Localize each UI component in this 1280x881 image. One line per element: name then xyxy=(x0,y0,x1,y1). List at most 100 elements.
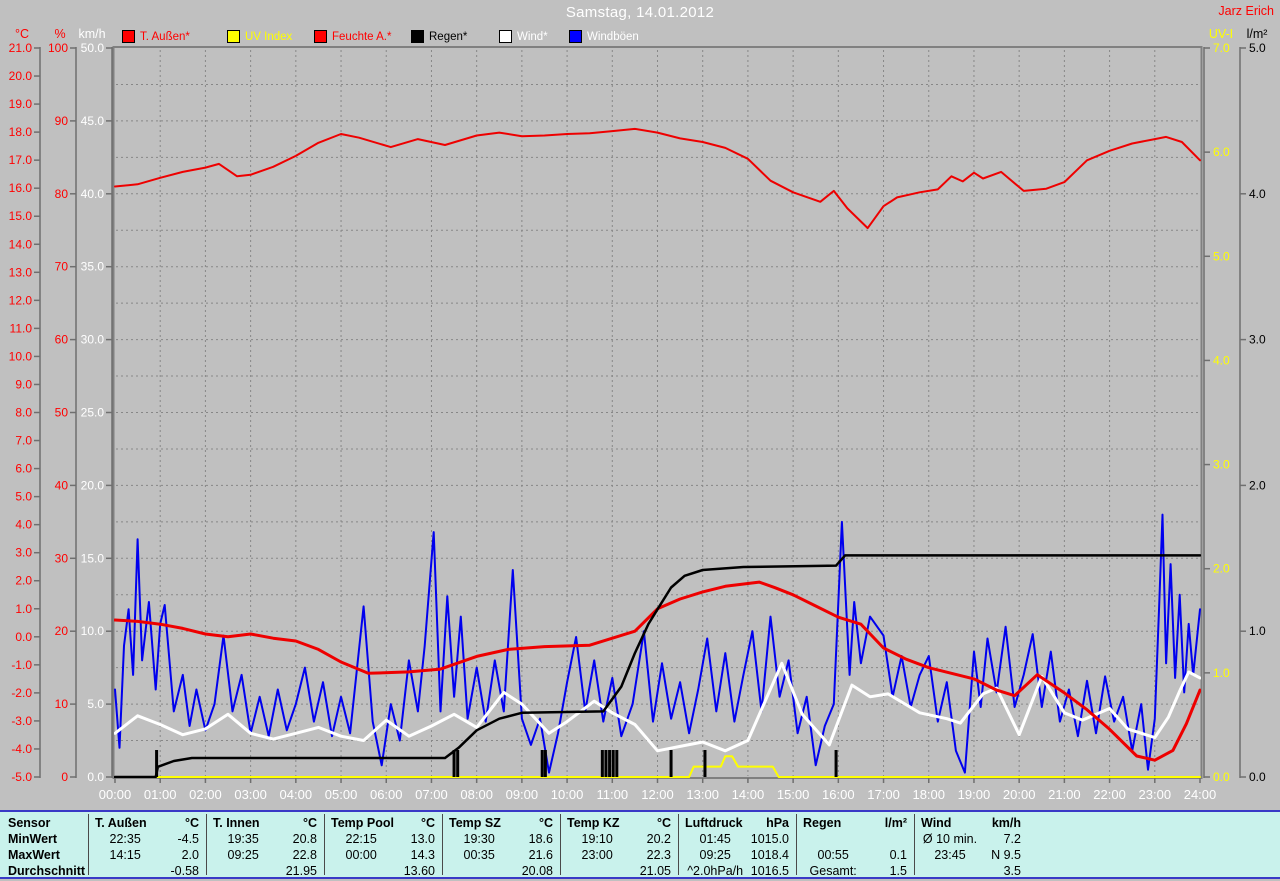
time-tick-label: 11:00 xyxy=(597,787,629,802)
table-cell-temp-sz: Temp SZ °C xyxy=(443,815,559,831)
axis-tick-label: 3.0 xyxy=(1249,333,1266,347)
table-cell-temp-sz: 00:35 21.6 xyxy=(443,847,559,863)
cell-value: °C xyxy=(656,816,671,830)
legend-label: Regen* xyxy=(429,30,468,43)
rain-event-tick xyxy=(608,750,612,777)
rain-event-tick xyxy=(604,750,608,777)
axis-tick-label: 20.0 xyxy=(9,69,33,83)
cell-value: 21.6 xyxy=(528,848,553,862)
table-cell-wind: Ø 10 min. 7.2 xyxy=(915,831,1027,847)
legend-item-4: Regen* xyxy=(411,29,467,44)
cell-time: 23:45 xyxy=(934,848,966,862)
cell-time: 00:35 xyxy=(463,848,495,862)
cell-value: -4.5 xyxy=(177,832,199,846)
cell-value: 7.2 xyxy=(1003,832,1021,846)
axis-tick-label: 5.0 xyxy=(1213,249,1230,263)
table-cell-temp-pool: 00:00 14.3 xyxy=(325,847,441,863)
legend-swatch-icon xyxy=(122,30,135,43)
axis-tick-label: -5.0 xyxy=(11,770,32,784)
cell-time: 22:15 xyxy=(345,832,377,846)
cell-value: °C xyxy=(302,816,317,830)
table-row: MaxWert 14:15 2.0 09:25 22.8 00:00 14.3 00:35 21… xyxy=(0,847,1280,863)
axis-tick-label: 8.0 xyxy=(15,406,32,420)
axis-tick-label: -2.0 xyxy=(11,686,32,700)
axis-tick-label: 3.0 xyxy=(15,546,32,560)
chart-area: 21.0 20.0 19.0 18.0 17.0 16.0 15.0 14.0 13.0 12.0… xyxy=(0,0,1280,806)
cell-value: hPa xyxy=(766,816,789,830)
time-tick-label: 08:00 xyxy=(460,787,493,802)
table-cell-temp-kz: 19:10 20.2 xyxy=(561,831,677,847)
legend-swatch-icon xyxy=(227,30,240,43)
axis-tick-label: 6.0 xyxy=(1213,145,1230,159)
axis-tick-label: 15.0 xyxy=(81,551,105,565)
time-tick-label: 19:00 xyxy=(958,787,991,802)
axis-tick-label: 0 xyxy=(61,770,68,784)
cell-time: Wind xyxy=(921,816,952,830)
weather-chart: 21.020.019.018.017.016.015.014.013.012.0… xyxy=(9,27,1268,802)
table-cell-t-innen: T. Innen °C xyxy=(207,815,323,831)
table-cell-regen: Regen l/m² xyxy=(797,815,913,831)
cell-value: 22.3 xyxy=(646,848,671,862)
axis-tick-label: 18.0 xyxy=(9,125,33,139)
legend-item-1: T. Außen* xyxy=(122,29,190,44)
cell-value: 1018.4 xyxy=(750,848,789,862)
axis-km/h: 50.045.040.035.030.025.020.015.010.05.00… xyxy=(78,27,113,784)
time-tick-label: 23:00 xyxy=(1139,787,1172,802)
legend-label: Feuchte A.* xyxy=(332,30,392,43)
cell-time: ^2.0hPa/h xyxy=(687,864,744,878)
axis-%: 1009080706050403020100% xyxy=(48,27,77,784)
table-cell-wind: 23:45 N 9.5 xyxy=(915,847,1027,863)
table-row: Sensor T. Außen °C T. Innen °C Temp Pool °C Tem… xyxy=(0,815,1280,831)
axis-tick-label: 45.0 xyxy=(81,114,105,128)
cell-time: 23:00 xyxy=(581,848,613,862)
weather-app-window: { "window": { "title": "Samstag, 14.01.2… xyxy=(0,0,1280,881)
axis-tick-label: 5.0 xyxy=(87,697,104,711)
rain-event-tick xyxy=(543,750,547,777)
cell-time xyxy=(921,863,979,879)
time-tick-label: 15:00 xyxy=(777,787,810,802)
time-tick-label: 10:00 xyxy=(551,787,584,802)
axis-tick-label: 40 xyxy=(55,478,69,492)
axis-tick-label: 3.0 xyxy=(1213,458,1230,472)
cell-value: °C xyxy=(420,816,435,830)
table-row-label: MinWert xyxy=(8,832,58,846)
cell-value: 21.05 xyxy=(639,864,671,878)
rain-event-tick xyxy=(155,750,159,777)
legend-item-3: Feuchte A.* xyxy=(314,29,391,44)
table-row-label: Sensor xyxy=(8,816,51,830)
table-cell-temp-pool: 22:15 13.0 xyxy=(325,831,441,847)
axis-tick-label: 15.0 xyxy=(9,209,33,223)
cell-time: T. Innen xyxy=(213,816,260,830)
cell-value: km/h xyxy=(991,816,1021,830)
axis-tick-label: 2.0 xyxy=(1213,562,1230,576)
axis-tick-label: 70 xyxy=(55,260,69,274)
table-cell-luftdruck: Luftdruck hPa xyxy=(679,815,795,831)
axis-tick-label: 1.0 xyxy=(15,602,32,616)
cell-time: 01:45 xyxy=(699,832,731,846)
axis-tick-label: 10 xyxy=(55,697,69,711)
axis-tick-label: 5.0 xyxy=(15,490,32,504)
axis-tick-label: 25.0 xyxy=(81,406,105,420)
rain-event-tick xyxy=(669,750,673,777)
cell-value: °C xyxy=(538,816,553,830)
table-row-label: Durchschnitt xyxy=(8,864,86,878)
axis-tick-label: 50 xyxy=(55,406,69,420)
time-tick-label: 17:00 xyxy=(867,787,900,802)
cell-value: l/m² xyxy=(884,816,907,830)
axis-tick-label: 10.0 xyxy=(9,349,33,363)
cell-time: Temp SZ xyxy=(449,816,501,830)
cell-value: 2.0 xyxy=(181,848,199,862)
cell-time: 19:35 xyxy=(227,832,259,846)
table-row: Durchschnitt -0.58 21.95 13.60 20.08 21.05 ^2.… xyxy=(0,863,1280,879)
table-cell-wind: 3.5 xyxy=(915,863,1027,879)
cell-value: -0.58 xyxy=(170,864,200,878)
cell-time xyxy=(331,863,391,879)
axis-tick-label: 19.0 xyxy=(9,97,33,111)
cell-value: 21.95 xyxy=(285,864,317,878)
time-tick-label: 09:00 xyxy=(506,787,539,802)
series-feuchte-a- xyxy=(114,127,1201,230)
axis-tick-label: 35.0 xyxy=(81,260,105,274)
table-cell-t-au-en: T. Außen °C xyxy=(89,815,205,831)
axis-tick-label: 20 xyxy=(55,624,69,638)
axis-l/m²: 5.04.03.02.01.00.0l/m² xyxy=(1239,27,1267,784)
